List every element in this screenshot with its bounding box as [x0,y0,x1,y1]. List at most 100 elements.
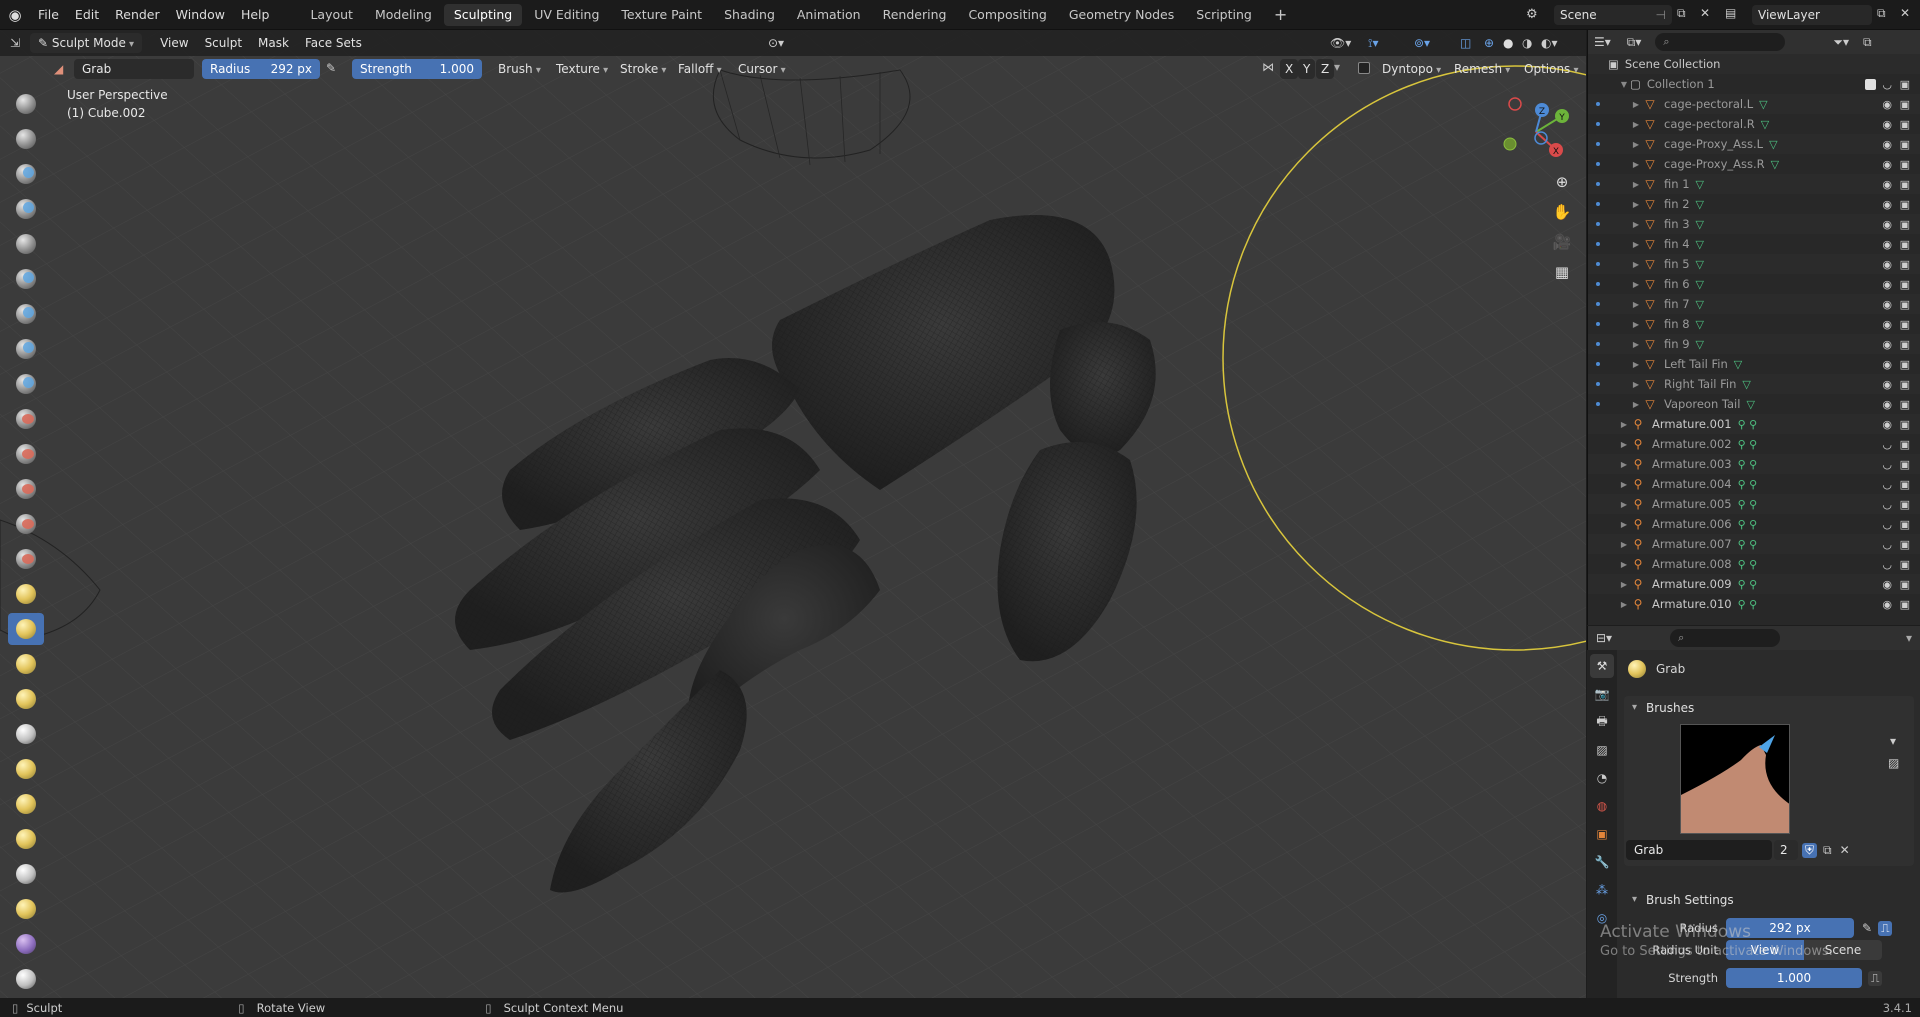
expand-icon[interactable]: ▶ [1618,560,1630,569]
camera-icon[interactable]: ▣ [1900,178,1910,191]
outliner-item-row[interactable]: ▶ ⚲ Armature.006 ⚲ ⚲ ◡ ▣ [1588,514,1920,534]
tab-layout[interactable]: Layout [300,4,363,26]
prop-radius-pressure-icon[interactable]: ✎ [1862,921,1872,935]
bone-data-icon[interactable]: ⚲ ⚲ [1738,478,1758,491]
tool-smooth[interactable] [8,403,44,435]
outliner-item-row[interactable]: ▶ ▽ fin 3 ▽ ◉ ▣ [1588,214,1920,234]
tab-output[interactable]: 🖶 [1590,710,1614,734]
expand-icon[interactable]: ▶ [1618,540,1630,549]
eye-icon[interactable]: ◉ [1882,178,1892,191]
eye-icon[interactable]: ◡ [1882,518,1892,531]
outliner-item-row[interactable]: ▶ ▽ fin 4 ▽ ◉ ▣ [1588,234,1920,254]
new-collection-icon[interactable]: ⧉ [1863,35,1872,50]
mesh-data-icon[interactable]: ▽ [1761,118,1769,131]
bone-data-icon[interactable]: ⚲ ⚲ [1738,558,1758,571]
display-mode-icon[interactable]: ⧉▾ [1627,35,1642,50]
eye-icon[interactable]: ◉ [1882,298,1892,311]
rendered-shading-icon[interactable]: ◐▾ [1541,36,1558,50]
menu-file[interactable]: File [30,0,67,30]
outliner-item-row[interactable]: ▶ ⚲ Armature.003 ⚲ ⚲ ◡ ▣ [1588,454,1920,474]
eye-icon[interactable]: ◉ [1882,258,1892,271]
outliner-item-row[interactable]: ▶ ▽ cage-pectoral.L ▽ ◉ ▣ [1588,94,1920,114]
collection-row[interactable]: ▼ ▢ Collection 1 ◡ ▣ [1588,74,1920,94]
menu-edit[interactable]: Edit [67,0,107,30]
outliner-item-row[interactable]: ▶ ▽ fin 6 ▽ ◉ ▣ [1588,274,1920,294]
eye-icon[interactable]: ◉ [1882,278,1892,291]
camera-icon[interactable]: ▣ [1900,398,1910,411]
outliner-item-row[interactable]: ▶ ▽ Right Tail Fin ▽ ◉ ▣ [1588,374,1920,394]
eye-icon[interactable]: ◉ [1882,98,1892,111]
add-workspace-button[interactable]: + [1264,4,1297,26]
tool-grab[interactable] [8,613,44,645]
outliner-item-row[interactable]: ▶ ▽ fin 9 ▽ ◉ ▣ [1588,334,1920,354]
scene-selector[interactable]: Scene ⊣ [1554,5,1672,25]
fake-user-shield-icon[interactable]: ⛨ [1802,842,1818,858]
camera-icon[interactable]: ▣ [1900,158,1910,171]
outliner-item-row[interactable]: ▶ ⚲ Armature.008 ⚲ ⚲ ◡ ▣ [1588,554,1920,574]
scene-collection-row[interactable]: ▣ Scene Collection [1588,54,1920,74]
menu-mask[interactable]: Mask [250,33,297,53]
eye-icon[interactable]: ◉ [1882,238,1892,251]
tab-object[interactable]: ▣ [1590,822,1614,846]
camera-icon[interactable]: ▣ [1900,438,1910,451]
camera-icon[interactable]: ▣ [1900,318,1910,331]
tab-view-layer[interactable]: ▨ [1590,738,1614,762]
camera-icon[interactable]: ▣ [1900,238,1910,251]
outliner-item-row[interactable]: ▶ ▽ fin 5 ▽ ◉ ▣ [1588,254,1920,274]
expand-icon[interactable]: ▶ [1618,480,1630,489]
mesh-data-icon[interactable]: ▽ [1759,98,1767,111]
radius-pressure-icon[interactable]: ✎ [326,61,336,75]
tab-render[interactable]: 📷 [1590,682,1614,706]
camera-icon[interactable]: ▣ [1900,458,1910,471]
outliner-item-row[interactable]: ▶ ▽ Vaporeon Tail ▽ ◉ ▣ [1588,394,1920,414]
expand-icon[interactable]: ▶ [1630,120,1642,129]
tab-scene[interactable]: ◔ [1590,766,1614,790]
dyntopo-dropdown[interactable]: Dyntopo [1374,59,1449,79]
tab-world[interactable]: ◍ [1590,794,1614,818]
outliner-item-row[interactable]: ▶ ⚲ Armature.005 ⚲ ⚲ ◡ ▣ [1588,494,1920,514]
expand-icon[interactable]: ▶ [1630,340,1642,349]
menu-face-sets[interactable]: Face Sets [297,33,370,53]
mesh-data-icon[interactable]: ▽ [1696,198,1704,211]
xray-toggle-icon[interactable]: ◫ [1460,36,1471,50]
mesh-data-icon[interactable]: ▽ [1696,258,1704,271]
outliner-item-row[interactable]: ▶ ⚲ Armature.002 ⚲ ⚲ ◡ ▣ [1588,434,1920,454]
expand-icon[interactable]: ▶ [1630,180,1642,189]
bone-data-icon[interactable]: ⚲ ⚲ [1738,438,1758,451]
tool-boundary[interactable] [8,893,44,925]
tool-blob[interactable] [8,333,44,365]
expand-icon[interactable]: ▶ [1630,380,1642,389]
camera-icon[interactable]: ▣ [1900,118,1910,131]
tool-layer[interactable] [8,263,44,295]
tool-nudge[interactable] [8,788,44,820]
tab-tool[interactable]: ⚒ [1590,654,1614,678]
camera-icon[interactable]: ▣ [1900,478,1910,491]
mesh-data-icon[interactable]: ▽ [1696,218,1704,231]
falloff-dropdown[interactable]: Falloff [670,59,730,79]
brush-preview[interactable] [1680,724,1790,834]
mesh-data-icon[interactable]: ▽ [1696,318,1704,331]
axis-z-toggle[interactable]: Z [1316,59,1335,79]
expand-icon[interactable]: ▶ [1630,360,1642,369]
camera-icon[interactable]: ▣ [1900,258,1910,271]
eye-icon[interactable]: ◡ [1882,478,1892,491]
mesh-data-icon[interactable]: ▽ [1746,398,1754,411]
bone-data-icon[interactable]: ⚲ ⚲ [1738,598,1758,611]
brush-name-field[interactable]: Grab [74,59,194,79]
remove-viewlayer-icon[interactable]: ✕ [1900,6,1910,20]
prop-strength-slider[interactable]: 1.000 [1726,968,1862,988]
expand-icon[interactable]: ▶ [1630,200,1642,209]
expand-icon[interactable]: ▶ [1630,100,1642,109]
mesh-data-icon[interactable]: ▽ [1696,278,1704,291]
camera-icon[interactable]: ▣ [1900,558,1910,571]
expand-icon[interactable]: ▶ [1630,160,1642,169]
eye-icon[interactable]: ◉ [1882,218,1892,231]
collection-checkbox[interactable] [1865,78,1876,90]
mode-selector[interactable]: ✎ Sculpt Mode [30,33,143,53]
mesh-data-icon[interactable]: ▽ [1696,238,1704,251]
perspective-toggle-icon[interactable]: ▦ [1548,258,1576,286]
brush-datablock-field[interactable]: Grab [1626,840,1772,860]
eye-icon[interactable]: ◉ [1882,158,1892,171]
expand-icon[interactable]: ▶ [1618,500,1630,509]
expand-icon[interactable]: ▶ [1630,260,1642,269]
